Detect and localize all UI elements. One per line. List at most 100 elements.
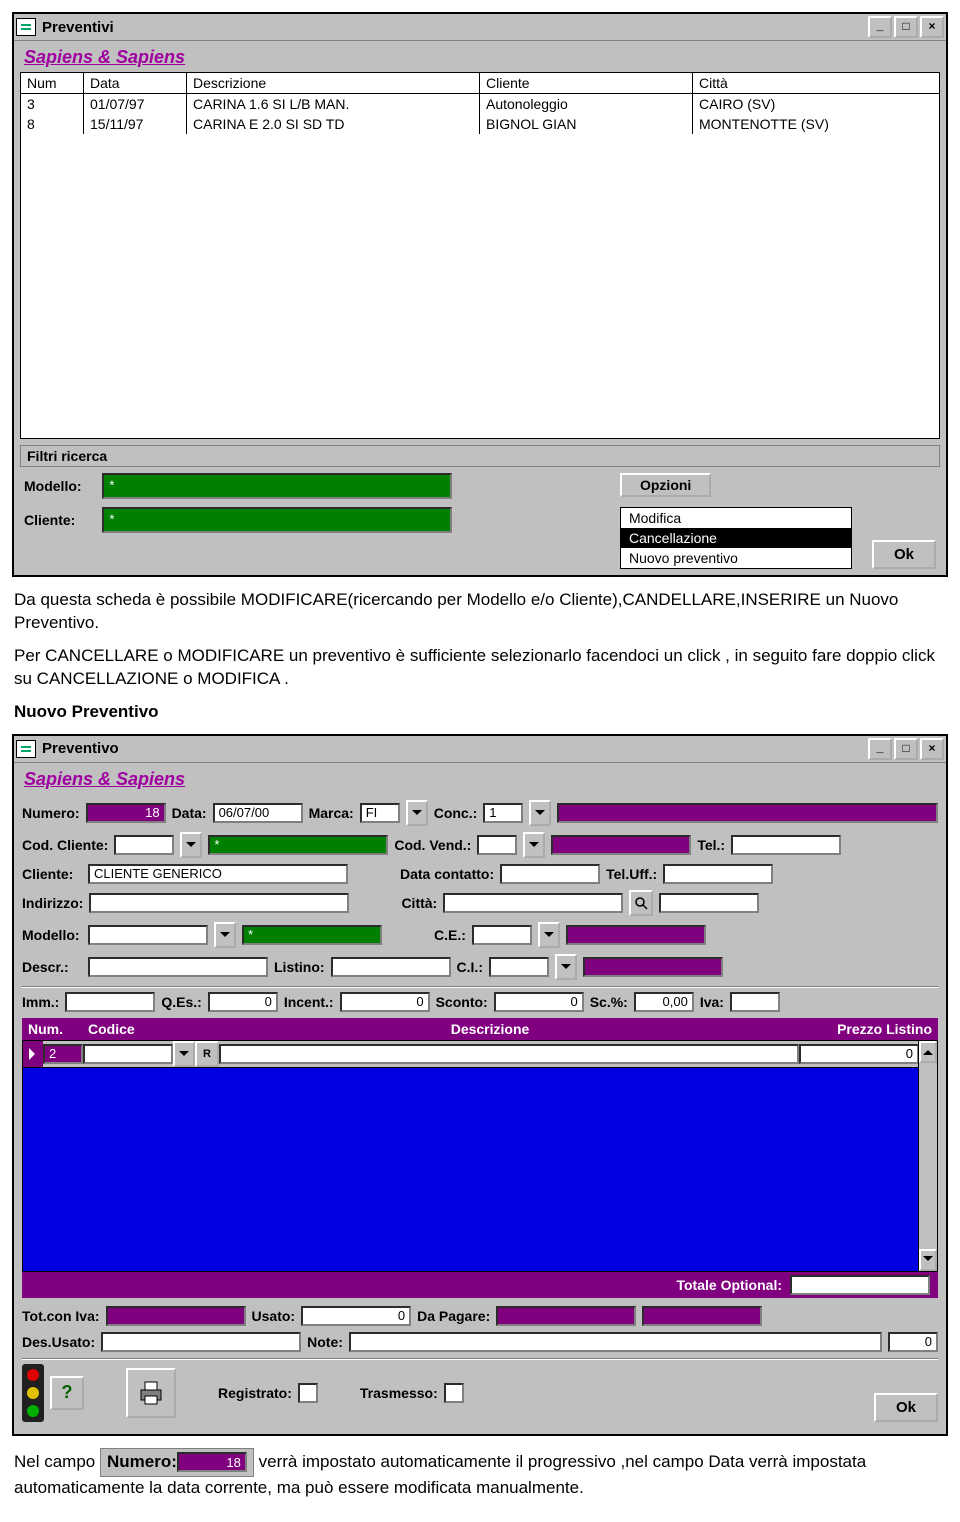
citta-label: Città: — [401, 895, 437, 911]
col-num[interactable]: Num — [21, 73, 84, 94]
usato-input[interactable] — [301, 1306, 411, 1326]
marca-dropdown-button[interactable] — [406, 800, 428, 826]
grid-row[interactable]: R — [23, 1041, 919, 1068]
citta-input[interactable] — [443, 893, 623, 913]
cod-vend-name-input[interactable] — [551, 835, 691, 855]
qes-input[interactable] — [208, 992, 278, 1012]
grid-num-input[interactable] — [43, 1044, 83, 1064]
table-row[interactable]: 3 01/07/97 CARINA 1.6 SI L/B MAN. Autono… — [21, 94, 939, 115]
iva-input[interactable] — [730, 992, 780, 1012]
ce-label: C.E.: — [434, 927, 466, 943]
traffic-light-icon[interactable] — [22, 1364, 44, 1422]
scroll-down-button[interactable] — [919, 1249, 937, 1271]
conc-name-input[interactable] — [557, 803, 938, 823]
conc-input[interactable] — [483, 803, 523, 823]
registrato-checkbox[interactable] — [298, 1383, 318, 1403]
opzioni-list[interactable]: Modifica Cancellazione Nuovo preventivo — [620, 507, 852, 569]
data-contatto-input[interactable] — [500, 864, 600, 884]
trasmesso-checkbox[interactable] — [444, 1383, 464, 1403]
minimize-button[interactable]: _ — [868, 738, 892, 760]
qes-label: Q.Es.: — [161, 994, 201, 1010]
note-qty-input[interactable] — [888, 1332, 938, 1352]
sconto-input[interactable] — [494, 992, 584, 1012]
descr-input[interactable] — [88, 957, 268, 977]
listino-input[interactable] — [331, 957, 451, 977]
grid-r-button[interactable]: R — [195, 1041, 219, 1067]
row-selector-icon[interactable] — [23, 1041, 43, 1067]
modello-input[interactable] — [88, 925, 208, 945]
ce-input[interactable] — [472, 925, 532, 945]
col-cliente[interactable]: Cliente — [480, 73, 693, 94]
ok-button[interactable]: Ok — [874, 1393, 938, 1422]
grid-prezzo-input[interactable] — [799, 1044, 919, 1064]
cod-cliente-name-input[interactable] — [208, 835, 388, 855]
incent-input[interactable] — [340, 992, 430, 1012]
preventivi-window: Preventivi _ □ × Sapiens & Sapiens Num D… — [12, 12, 948, 577]
data-input[interactable] — [213, 803, 303, 823]
help-button[interactable]: ? — [50, 1376, 84, 1410]
grid-descr-input[interactable] — [219, 1044, 799, 1064]
ci-input[interactable] — [489, 957, 549, 977]
modello-name-input[interactable] — [242, 925, 382, 945]
scperc-input[interactable] — [634, 992, 694, 1012]
da-pagare-input[interactable] — [496, 1306, 636, 1326]
cod-cliente-dropdown-button[interactable] — [180, 832, 202, 858]
print-button[interactable] — [126, 1368, 176, 1418]
col-descr[interactable]: Descrizione — [187, 73, 480, 94]
table-row[interactable]: 8 15/11/97 CARINA E 2.0 SI SD TD BIGNOL … — [21, 114, 939, 134]
grid-codice-dropdown-button[interactable] — [173, 1041, 195, 1067]
indirizzo-input[interactable] — [89, 893, 349, 913]
note-label: Note: — [307, 1334, 343, 1350]
maximize-button[interactable]: □ — [894, 16, 918, 38]
system-menu-icon[interactable] — [16, 740, 36, 758]
da-pagare-2-input[interactable] — [642, 1306, 762, 1326]
note-input[interactable] — [349, 1332, 882, 1352]
citta-lookup-button[interactable] — [629, 890, 653, 916]
imm-input[interactable] — [65, 992, 155, 1012]
conc-dropdown-button[interactable] — [529, 800, 551, 826]
col-citta[interactable]: Città — [693, 73, 940, 94]
opzioni-button[interactable]: Opzioni — [620, 473, 711, 497]
filtri-ricerca-label: Filtri ricerca — [20, 445, 940, 467]
marca-input[interactable] — [360, 803, 400, 823]
ce-name-input[interactable] — [566, 925, 706, 945]
option-cancellazione[interactable]: Cancellazione — [621, 528, 851, 548]
modello-dropdown-button[interactable] — [214, 922, 236, 948]
cod-vend-input[interactable] — [477, 835, 517, 855]
ok-button[interactable]: Ok — [872, 540, 936, 569]
grid-codice-input[interactable] — [83, 1044, 173, 1064]
numero-input[interactable] — [86, 803, 166, 823]
system-menu-icon[interactable] — [16, 18, 36, 36]
titlebar[interactable]: Preventivo _ □ × — [14, 736, 946, 763]
preventivi-table[interactable]: Num Data Descrizione Cliente Città 3 01/… — [20, 72, 940, 439]
data-contatto-label: Data contatto: — [400, 866, 494, 882]
tel-uff-input[interactable] — [663, 864, 773, 884]
close-button[interactable]: × — [920, 738, 944, 760]
cliente-input[interactable] — [88, 864, 348, 884]
totale-optional-input[interactable] — [790, 1275, 930, 1295]
close-button[interactable]: × — [920, 16, 944, 38]
minimize-button[interactable]: _ — [868, 16, 892, 38]
tel-input[interactable] — [731, 835, 841, 855]
scroll-up-button[interactable] — [919, 1041, 937, 1063]
cliente-label: Cliente: — [22, 866, 82, 882]
citta-extra-input[interactable] — [659, 893, 759, 913]
des-usato-input[interactable] — [101, 1332, 301, 1352]
ci-dropdown-button[interactable] — [555, 954, 577, 980]
cod-vend-dropdown-button[interactable] — [523, 832, 545, 858]
ce-dropdown-button[interactable] — [538, 922, 560, 948]
option-nuovo-preventivo[interactable]: Nuovo preventivo — [621, 548, 851, 568]
ci-name-input[interactable] — [583, 957, 723, 977]
cliente-filter-input[interactable] — [102, 507, 452, 533]
tot-iva-input[interactable] — [106, 1306, 246, 1326]
col-data[interactable]: Data — [84, 73, 187, 94]
option-modifica[interactable]: Modifica — [621, 508, 851, 528]
grid-body[interactable]: R — [22, 1040, 938, 1272]
brand-label: Sapiens & Sapiens — [14, 41, 946, 72]
titlebar[interactable]: Preventivi _ □ × — [14, 14, 946, 41]
cod-cliente-input[interactable] — [114, 835, 174, 855]
modello-filter-input[interactable] — [102, 473, 452, 499]
incent-label: Incent.: — [284, 994, 334, 1010]
maximize-button[interactable]: □ — [894, 738, 918, 760]
grid-scrollbar[interactable] — [918, 1041, 937, 1271]
